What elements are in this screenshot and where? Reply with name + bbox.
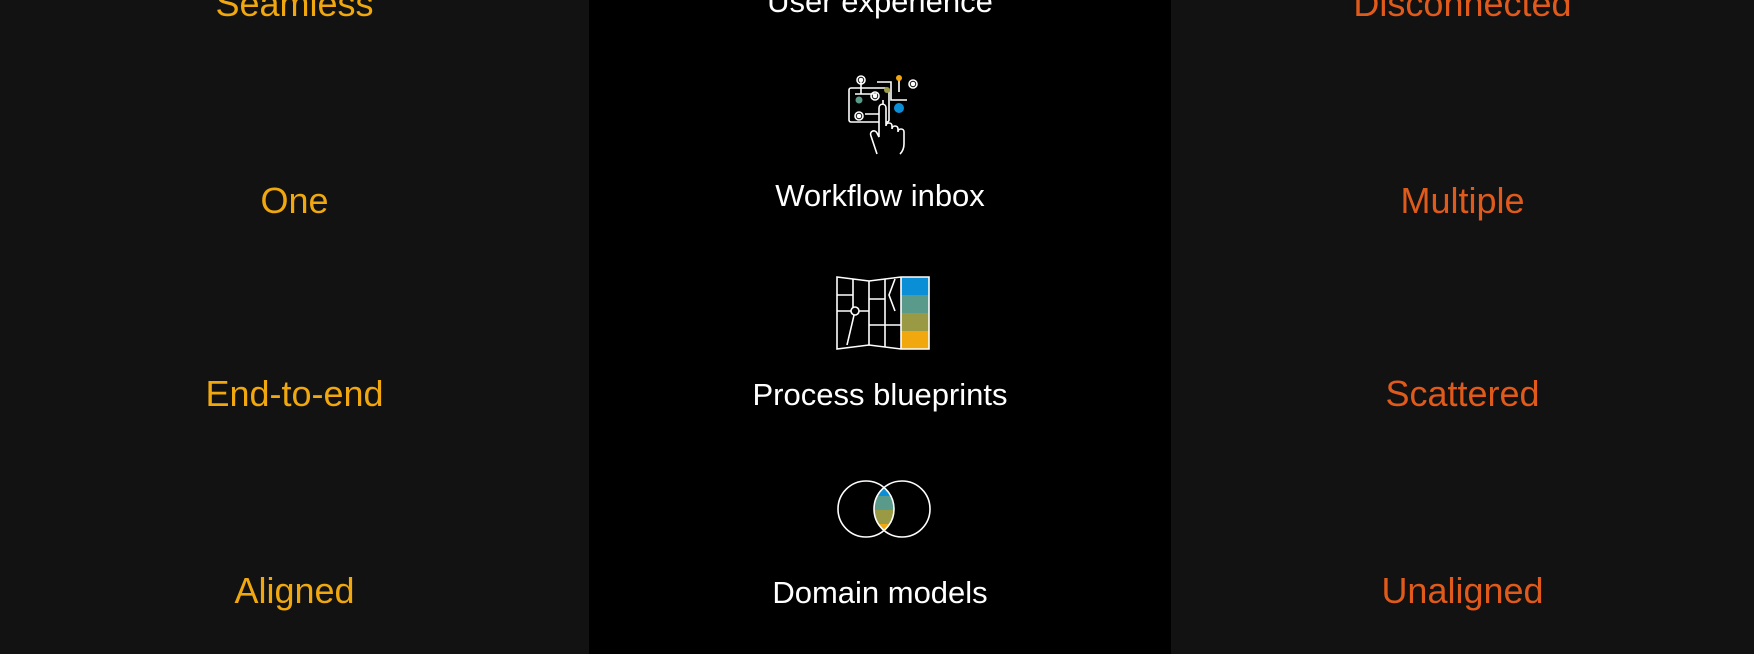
comparison-panel: Seamless One End-to-end Aligned User exp… [0, 0, 1754, 654]
mid-label-user-experience: User experience [767, 0, 993, 19]
left-label-end-to-end: End-to-end [205, 373, 384, 414]
right-label-scattered: Scattered [1385, 373, 1540, 414]
right-label-unaligned: Unaligned [1381, 570, 1544, 611]
left-label-seamless: Seamless [215, 0, 374, 24]
right-column: Disconnected Multiple Scattered Unaligne… [1171, 0, 1754, 654]
left-column: Seamless One End-to-end Aligned [0, 0, 589, 654]
mid-label-domain-models: Domain models [772, 575, 988, 610]
middle-column: User experience Workflow inbox Process b… [589, 0, 1171, 654]
venn-diagram-icon [835, 478, 933, 540]
map-blueprint-icon [835, 275, 933, 351]
left-label-one: One [260, 180, 329, 221]
right-label-disconnected: Disconnected [1353, 0, 1572, 24]
right-label-multiple: Multiple [1400, 180, 1525, 221]
workflow-touch-icon [847, 74, 919, 156]
mid-label-workflow-inbox: Workflow inbox [775, 178, 985, 213]
mid-label-process-blueprints: Process blueprints [752, 377, 1008, 412]
left-label-aligned: Aligned [234, 570, 355, 611]
